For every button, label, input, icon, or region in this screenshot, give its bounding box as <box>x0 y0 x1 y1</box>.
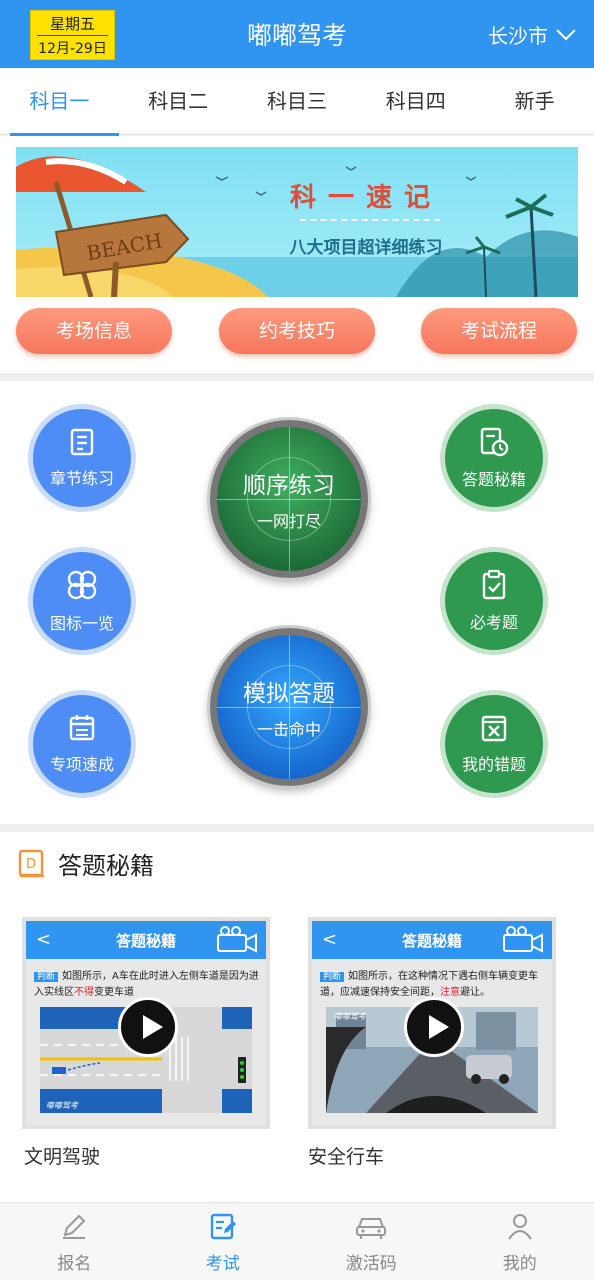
exam-process-button[interactable]: 考试流程 <box>421 308 577 354</box>
promo-banner[interactable]: BEACH 科一速记 八大项目超详细练习 <box>16 147 578 297</box>
answer-tips-button[interactable]: 答题秘籍 <box>440 404 548 512</box>
sequential-practice-title: 顺序练习 <box>243 473 335 499</box>
chapter-practice-button[interactable]: 章节练习 <box>28 404 136 512</box>
booking-tips-button[interactable]: 约考技巧 <box>219 308 375 354</box>
clock-document-icon <box>480 427 509 457</box>
wrong-answers-label: 我的错题 <box>461 755 526 774</box>
bottom-navigation: 报名 考试 激活码 我的 <box>0 1202 594 1280</box>
judge-tag-1: 判断 <box>34 972 59 982</box>
nav-profile[interactable]: 我的 <box>446 1203 594 1280</box>
nav-profile-label: 我的 <box>502 1254 537 1274</box>
video-card-2[interactable]: < 答题秘籍 判断 如图所示，在这种情况下遇右侧车辆变更车道，应减速保持安全间距，… <box>308 917 556 1129</box>
city-label: 长沙市 <box>488 24 548 48</box>
tab-beginner[interactable]: 新手 <box>475 68 594 133</box>
play-button-icon[interactable] <box>118 997 178 1057</box>
banner-title: 科一速记 <box>289 183 442 213</box>
watermark-text-1: 嘟嘟驾考 <box>46 1101 79 1110</box>
judge-tag-2: 判断 <box>320 972 345 982</box>
video-card-1[interactable]: < 答题秘籍 判断 如图所示，A车在此时进入左侧车道是因为进入实线区不得变更车道 … <box>22 917 270 1129</box>
sign-overview-label: 图标一览 <box>49 614 114 633</box>
clover-icon <box>67 570 97 600</box>
svg-text:D: D <box>26 857 36 872</box>
watermark-text-2: 嘟嘟驾考 <box>334 1012 367 1021</box>
subject-tabs: 科目一 科目二 科目三 科目四 新手 <box>0 68 594 136</box>
mock-exam-button[interactable]: 模拟答题 一击命中 <box>210 628 368 786</box>
banner-subtitle: 八大项目超详细练习 <box>289 238 443 258</box>
tab-subject-3[interactable]: 科目三 <box>238 68 357 133</box>
pen-icon <box>63 1214 86 1239</box>
sequential-practice-subtitle: 一网打尽 <box>256 512 321 531</box>
calendar-list-icon <box>69 715 95 741</box>
city-selector[interactable]: 长沙市 <box>488 20 576 49</box>
top-bar: 星期五 12月-29日 嘟嘟驾考 长沙市 <box>0 0 594 68</box>
beach-illustration: BEACH <box>16 156 578 297</box>
nav-signup[interactable]: 报名 <box>0 1203 149 1280</box>
tab-subject-1[interactable]: 科目一 <box>0 68 119 136</box>
tab-subject-4[interactable]: 科目四 <box>356 68 475 133</box>
tips-section-header: D 答题秘籍 <box>18 846 154 881</box>
clipboard-icon <box>482 569 506 600</box>
video-camera-icon <box>503 926 543 953</box>
document-icon <box>70 428 94 456</box>
wrong-answers-button[interactable]: 我的错题 <box>440 690 548 798</box>
error-book-icon <box>481 715 507 742</box>
edit-note-icon <box>210 1213 236 1240</box>
special-training-label: 专项速成 <box>49 755 114 774</box>
car-icon <box>356 1218 387 1239</box>
special-training-button[interactable]: 专项速成 <box>28 690 136 798</box>
nav-activation-code-label: 激活码 <box>345 1254 397 1274</box>
nav-exam-label: 考试 <box>205 1254 240 1274</box>
person-icon <box>507 1214 532 1240</box>
sequential-practice-button[interactable]: 顺序练习 一网打尽 <box>210 420 368 578</box>
play-button-icon[interactable] <box>404 997 464 1057</box>
chapter-practice-label: 章节练习 <box>49 469 114 488</box>
tab-subject-2[interactable]: 科目二 <box>119 68 238 133</box>
nav-signup-label: 报名 <box>57 1254 92 1274</box>
nav-exam[interactable]: 考试 <box>149 1203 298 1280</box>
video-camera-icon <box>217 926 257 953</box>
answer-tips-label: 答题秘籍 <box>461 470 526 489</box>
mock-exam-subtitle: 一击命中 <box>256 720 321 739</box>
video-caption-2: 安全行车 <box>308 1146 385 1168</box>
video-question-2: 判断 如图所示，在这种情况下遇右侧车辆变更车道，应减速保持安全间距，注意避让。 <box>320 971 539 998</box>
video-question-1: 判断 如图所示，A车在此时进入左侧车道是因为进入实线区不得变更车道 <box>34 971 259 998</box>
section-title: 答题秘籍 <box>58 852 154 880</box>
chevron-down-icon <box>556 28 576 40</box>
must-test-label: 必考题 <box>469 613 518 632</box>
sign-overview-button[interactable]: 图标一览 <box>28 547 136 655</box>
exam-site-info-button[interactable]: 考场信息 <box>16 308 172 354</box>
nav-activation-code[interactable]: 激活码 <box>297 1203 446 1280</box>
mock-exam-title: 模拟答题 <box>243 681 335 707</box>
book-icon: D <box>18 849 44 877</box>
video-caption-1: 文明驾驶 <box>24 1146 101 1168</box>
must-test-button[interactable]: 必考题 <box>440 547 548 655</box>
